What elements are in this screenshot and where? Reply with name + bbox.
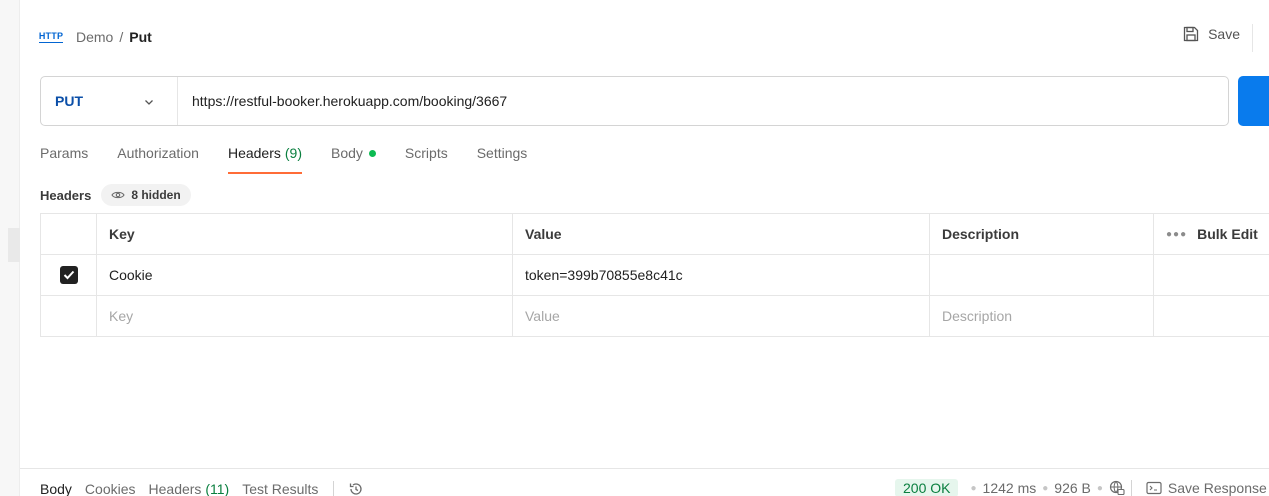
separator-dot: ● bbox=[970, 482, 977, 494]
headers-subheader: Headers 8 hidden bbox=[40, 184, 191, 206]
response-status-area: 200 OK ● 1242 ms ● 926 B ● Save Response bbox=[895, 479, 1267, 496]
method-label: PUT bbox=[55, 93, 83, 109]
save-label: Save bbox=[1208, 26, 1240, 42]
save-response-button[interactable]: Save Response bbox=[1146, 480, 1267, 496]
response-size[interactable]: 926 B bbox=[1054, 480, 1091, 496]
hidden-headers-toggle[interactable]: 8 hidden bbox=[101, 184, 191, 206]
table-header-row: Key Value Description ●●● Bulk Edit bbox=[41, 214, 1269, 255]
response-tabs-divider bbox=[333, 481, 335, 496]
status-badge[interactable]: 200 OK bbox=[895, 479, 959, 496]
left-sidebar-strip bbox=[0, 0, 20, 496]
row-checkbox-cell bbox=[41, 255, 97, 295]
response-tab-cookies[interactable]: Cookies bbox=[85, 481, 136, 496]
more-horizontal-icon: ●●● bbox=[1166, 228, 1188, 240]
response-time[interactable]: 1242 ms bbox=[983, 480, 1037, 496]
row-enabled-checkbox[interactable] bbox=[59, 266, 78, 284]
eye-icon bbox=[111, 191, 125, 199]
save-icon bbox=[1183, 26, 1199, 42]
header-value-input[interactable]: token=399b70855e8c41c bbox=[513, 255, 930, 295]
separator-dot: ● bbox=[1042, 482, 1049, 494]
bulk-edit-label: Bulk Edit bbox=[1197, 226, 1258, 242]
bulk-edit-button[interactable]: ●●● Bulk Edit bbox=[1154, 214, 1269, 254]
save-response-label: Save Response bbox=[1167, 480, 1267, 496]
save-response-icon bbox=[1146, 481, 1162, 495]
column-header-value: Value bbox=[513, 214, 930, 254]
response-tab-body[interactable]: Body bbox=[40, 481, 72, 496]
tab-settings[interactable]: Settings bbox=[477, 145, 528, 174]
check-icon bbox=[63, 270, 74, 280]
save-button[interactable]: Save bbox=[1182, 25, 1240, 43]
tab-body[interactable]: Body bbox=[331, 145, 376, 174]
breadcrumb-request-name[interactable]: Put bbox=[129, 29, 152, 45]
history-icon[interactable] bbox=[348, 481, 364, 496]
row-spacer bbox=[1154, 296, 1269, 336]
tab-scripts[interactable]: Scripts bbox=[405, 145, 448, 174]
request-header: HTTP Demo / Put Save bbox=[38, 22, 1269, 52]
new-key-input[interactable]: Key bbox=[97, 296, 513, 336]
sidebar-resize-handle[interactable] bbox=[8, 228, 20, 262]
new-description-input[interactable]: Description bbox=[930, 296, 1154, 336]
response-bar: Body Cookies Headers (11) Test Results 2… bbox=[20, 468, 1269, 496]
header-check-column bbox=[41, 214, 97, 254]
response-tab-test-results[interactable]: Test Results bbox=[242, 481, 318, 496]
url-bar: PUT https://restful-booker.herokuapp.com… bbox=[40, 76, 1229, 126]
headers-label: Headers bbox=[40, 187, 92, 203]
body-modified-dot bbox=[368, 150, 376, 157]
headers-table: Key Value Description ●●● Bulk Edit Cook… bbox=[40, 213, 1269, 337]
breadcrumb-collection[interactable]: Demo bbox=[76, 29, 113, 45]
breadcrumb-separator: / bbox=[119, 29, 124, 45]
method-selector[interactable]: PUT bbox=[41, 77, 178, 125]
response-headers-count: (11) bbox=[205, 481, 230, 496]
header-description-input[interactable] bbox=[930, 255, 1154, 295]
chevron-down-icon bbox=[145, 100, 153, 105]
new-value-input[interactable]: Value bbox=[513, 296, 930, 336]
table-row: Cookie token=399b70855e8c41c bbox=[41, 255, 1269, 296]
tab-authorization[interactable]: Authorization bbox=[117, 145, 199, 174]
tab-headers[interactable]: Headers (9) bbox=[227, 145, 303, 174]
http-icon: HTTP bbox=[38, 30, 64, 43]
headers-count: (9) bbox=[284, 145, 302, 161]
header-divider bbox=[1252, 24, 1253, 52]
response-tabs: Body Cookies Headers (11) Test Results bbox=[40, 481, 364, 496]
status-divider bbox=[1130, 480, 1132, 496]
column-header-description: Description bbox=[930, 214, 1154, 254]
send-button[interactable] bbox=[1238, 76, 1269, 126]
tab-params[interactable]: Params bbox=[40, 145, 88, 174]
header-key-input[interactable]: Cookie bbox=[97, 255, 513, 295]
request-tabs: Params Authorization Headers (9) Body Sc… bbox=[40, 145, 556, 175]
table-row-empty: Key Value Description bbox=[41, 296, 1269, 337]
url-input[interactable]: https://restful-booker.herokuapp.com/boo… bbox=[178, 93, 507, 109]
separator-dot: ● bbox=[1096, 482, 1103, 494]
column-header-key: Key bbox=[97, 214, 513, 254]
network-globe-icon[interactable] bbox=[1109, 480, 1125, 496]
row-checkbox-cell bbox=[41, 296, 97, 336]
response-tab-headers[interactable]: Headers (11) bbox=[149, 481, 230, 496]
row-spacer bbox=[1154, 255, 1269, 295]
